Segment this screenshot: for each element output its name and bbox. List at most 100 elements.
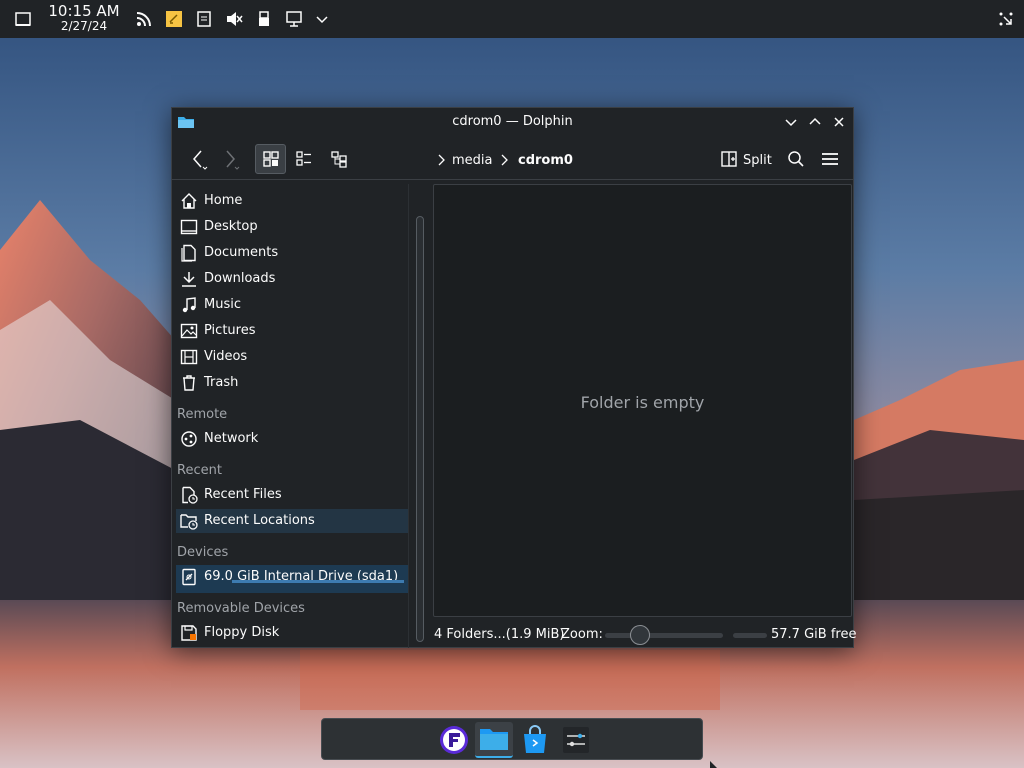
place-music[interactable]: Music [176,293,408,317]
panel-splitter[interactable] [408,184,409,648]
place-label: Network [204,431,259,446]
breadcrumb-chevron-icon [501,154,508,166]
chevron-down-icon [785,119,797,127]
place-label: Music [204,297,241,312]
mouse-cursor-icon [710,761,717,768]
details-view-button[interactable] [289,144,319,174]
back-arrow-icon [193,150,208,170]
tree-view-icon [331,151,347,168]
place-documents[interactable]: Documents [176,241,408,265]
details-view-icon [296,151,311,166]
back-button[interactable] [184,144,212,174]
forward-button[interactable] [216,144,244,174]
videos-icon [180,349,198,365]
show-desktop-icon[interactable] [11,7,35,31]
app-launcher-icon [440,726,468,754]
split-view-icon [721,151,737,167]
place-label: Pictures [204,323,256,338]
search-button[interactable] [782,144,810,174]
tree-view-button[interactable] [324,144,354,174]
system-settings-icon [563,727,589,753]
folder-icon [480,729,508,750]
place-videos[interactable]: Videos [176,345,408,369]
place-label: Recent Files [204,487,282,502]
recent-files-icon [182,486,198,504]
status-summary: 4 Folders...(1.9 MiB) [434,627,565,642]
places-scrollbar[interactable] [416,216,424,642]
free-space-bar [733,633,767,638]
downloads-icon [182,272,196,287]
close-button[interactable] [829,112,849,132]
music-icon [182,297,196,313]
zoom-slider-track[interactable] [605,633,723,638]
store-bag-icon [524,725,546,753]
place-label: Downloads [204,271,276,286]
rss-icon[interactable] [132,7,156,31]
place-home[interactable]: Home [176,189,408,213]
icons-view-icon [262,151,279,167]
search-icon [788,151,804,167]
notes-icon[interactable] [162,7,186,31]
trash-icon [183,375,195,391]
hamburger-menu-button[interactable] [816,144,844,174]
capacity-bar [232,580,404,583]
documents-icon [181,244,196,262]
place-pictures[interactable]: Pictures [176,319,408,343]
task-system-settings[interactable] [557,722,595,758]
free-space-text: 57.7 GiB free [771,627,857,642]
clock[interactable]: 10:15 AM 2/27/24 [46,4,122,34]
hamburger-menu-icon [822,153,838,165]
settings-icon[interactable] [994,7,1018,31]
clock-date: 2/27/24 [60,19,108,33]
place-network[interactable]: Network [176,427,408,451]
task-discover[interactable] [516,722,554,758]
icons-view-button[interactable] [255,144,286,174]
minimize-button[interactable] [781,112,801,132]
breadcrumb-media[interactable]: media [452,153,493,168]
section-header-remote: Remote [177,407,228,422]
forward-arrow-icon [226,150,240,170]
recent-locations-icon [180,514,198,530]
toolbar: media cdrom0 Split [172,136,853,180]
status-bar: 4 Folders...(1.9 MiB) Zoom: 57.7 GiB fre… [172,620,857,648]
home-icon [181,193,197,209]
pictures-icon [180,323,198,339]
window-title: cdrom0 — Dolphin [452,114,573,129]
dolphin-window: cdrom0 — Dolphin media cdrom0 Split Home… [171,107,857,648]
clipboard-icon[interactable] [192,7,216,31]
place-label: Recent Locations [204,513,315,528]
network-icon [181,431,197,447]
expand-tray-icon[interactable] [310,7,334,31]
file-view[interactable]: Folder is empty [433,184,852,617]
place-recent-files[interactable]: Recent Files [176,483,408,507]
section-header-removable: Removable Devices [177,601,305,616]
close-icon [834,117,844,127]
empty-folder-message: Folder is empty [580,393,705,412]
zoom-label: Zoom: [561,627,603,642]
place-recent-locations[interactable]: Recent Locations [176,509,408,533]
breadcrumb-chevron-icon [438,154,445,166]
titlebar[interactable]: cdrom0 — Dolphin [172,108,853,136]
desktop-icon [180,219,198,235]
top-panel: 10:15 AM 2/27/24 [0,0,1024,38]
section-header-recent: Recent [177,463,222,478]
maximize-button[interactable] [805,112,825,132]
place-label: Trash [204,375,239,390]
place-internal-drive[interactable]: 69.0 GiB Internal Drive (sda1) [176,565,408,593]
place-label: Desktop [204,219,258,234]
task-app-launcher[interactable] [435,722,473,758]
task-dolphin[interactable] [475,722,513,758]
usb-icon[interactable] [252,7,276,31]
split-label: Split [743,153,772,168]
zoom-slider-handle[interactable] [630,625,650,645]
chevron-up-icon [809,117,821,125]
volume-muted-icon[interactable] [222,7,246,31]
task-manager-panel [321,718,703,760]
clock-time: 10:15 AM [48,2,120,20]
place-desktop[interactable]: Desktop [176,215,408,239]
place-trash[interactable]: Trash [176,371,408,395]
place-label: Documents [204,245,279,260]
breadcrumb-cdrom0[interactable]: cdrom0 [518,153,573,168]
place-downloads[interactable]: Downloads [176,267,408,291]
network-icon[interactable] [282,7,306,31]
